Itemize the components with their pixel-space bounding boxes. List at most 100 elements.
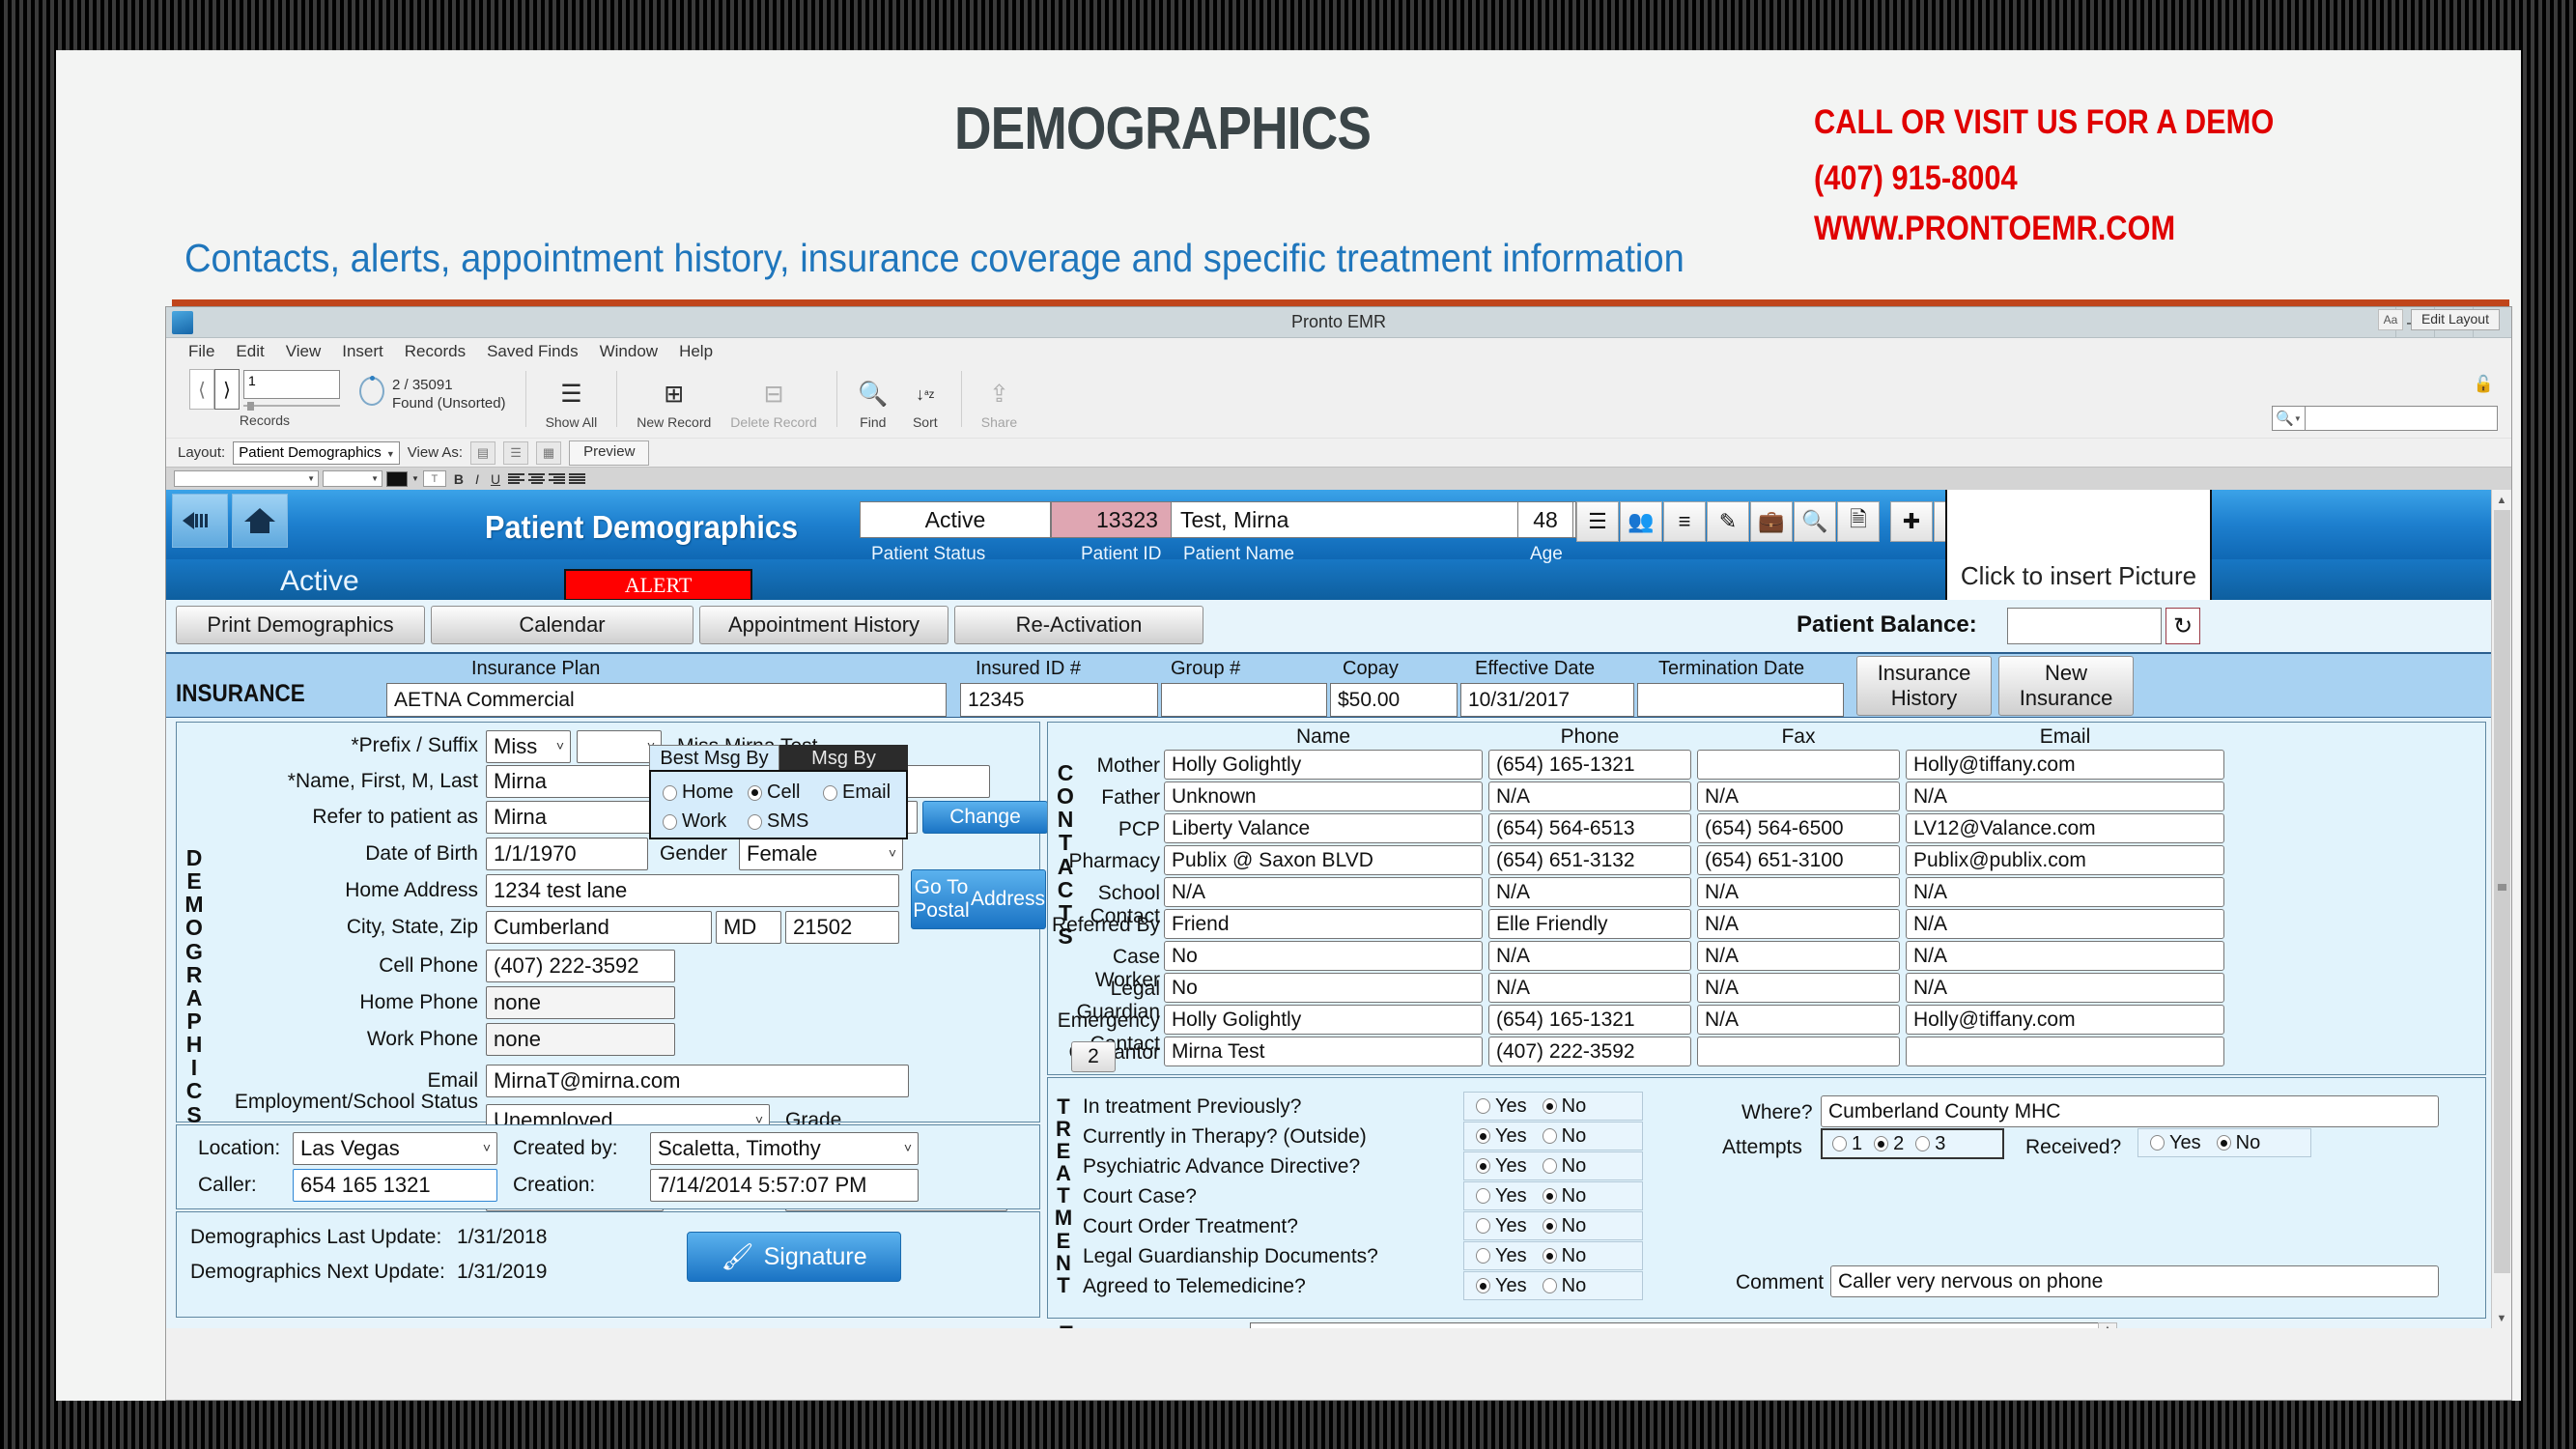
plus-icon[interactable]: ✚ — [1890, 501, 1933, 542]
received-group[interactable]: Yes No — [2137, 1128, 2311, 1157]
contact-email-field[interactable]: N/A — [1906, 941, 2224, 971]
contact-fax-field[interactable] — [1697, 750, 1900, 780]
where-input[interactable]: Cumberland County MHC — [1821, 1095, 2439, 1127]
contact-email-field[interactable]: N/A — [1906, 909, 2224, 939]
group-icon[interactable]: 👥 — [1620, 501, 1662, 542]
view-as-table-icon[interactable]: ▦ — [536, 440, 562, 465]
patient-status-field[interactable]: Active — [860, 501, 1051, 538]
change-ssn-button[interactable]: Change — [922, 801, 1048, 834]
sort-button[interactable]: ↓ ᵃz Sort — [899, 377, 951, 431]
email-input[interactable]: MirnaT@mirna.com — [486, 1065, 909, 1097]
contact-email-field[interactable]: N/A — [1906, 877, 2224, 907]
contact-email-field[interactable]: Publix@publix.com — [1906, 845, 2224, 875]
comment-input[interactable]: Caller very nervous on phone — [1830, 1265, 2439, 1297]
treatment-radio-yes[interactable]: Yes — [1476, 1275, 1527, 1297]
home-button[interactable] — [232, 494, 288, 548]
record-number-input[interactable]: 1 — [243, 369, 340, 399]
delete-record-button[interactable]: ⊟ Delete Record — [721, 377, 827, 430]
text-color-swatch[interactable] — [386, 470, 408, 487]
contact-fax-field[interactable]: N/A — [1697, 1005, 1900, 1035]
menu-records[interactable]: Records — [394, 340, 476, 363]
attempts-option-1[interactable]: 1 — [1832, 1133, 1862, 1155]
list-icon[interactable]: ☰ — [1576, 501, 1619, 542]
city-input[interactable]: Cumberland — [486, 911, 712, 944]
search-records-icon[interactable]: 🗎 — [1837, 501, 1880, 542]
contact-name-field[interactable]: Liberty Valance — [1164, 813, 1483, 843]
insurance-history-button[interactable]: Insurance History Insurance History — [1856, 656, 1992, 716]
next-record-button[interactable]: ⟩ — [214, 369, 240, 410]
note-scroll-up-icon[interactable]: ▲ — [2099, 1323, 2116, 1328]
radio-work[interactable]: Work — [663, 810, 726, 833]
treatment-radio-no[interactable]: No — [1542, 1155, 1586, 1178]
tab-best-msg-by[interactable]: Best Msg By — [649, 745, 779, 772]
patient-age-field[interactable]: 48 — [1517, 501, 1573, 538]
search-icon[interactable]: 🔍 — [1794, 501, 1836, 542]
go-to-postal-address-button[interactable]: Go To Postal Address Go To Postal Addres… — [911, 869, 1046, 929]
contact-name-field[interactable]: N/A — [1164, 877, 1483, 907]
insured-id-field[interactable]: 12345 — [960, 683, 1158, 717]
contact-fax-field[interactable] — [1697, 1037, 1900, 1066]
global-search-input[interactable] — [2305, 406, 2498, 431]
effective-date-field[interactable]: 10/31/2017 — [1460, 683, 1634, 717]
treatment-radio-no[interactable]: No — [1542, 1185, 1586, 1208]
contact-name-field[interactable]: Mirna Test — [1164, 1037, 1483, 1066]
menu-view[interactable]: View — [275, 340, 332, 363]
global-search[interactable]: 🔍 ▼ — [2272, 406, 2498, 431]
treatment-radio-yes[interactable]: Yes — [1476, 1245, 1527, 1267]
treatment-answer-group[interactable]: Yes No — [1463, 1181, 1643, 1210]
contact-phone-field[interactable]: N/A — [1488, 941, 1691, 971]
treatment-radio-yes[interactable]: Yes — [1476, 1125, 1527, 1148]
treatment-radio-no[interactable]: No — [1542, 1275, 1586, 1297]
appointment-history-button[interactable]: Appointment History — [699, 606, 948, 644]
dob-input[interactable]: 1/1/1970 — [486, 838, 648, 870]
treatment-radio-yes[interactable]: Yes — [1476, 1155, 1527, 1178]
scroll-thumb[interactable] — [2494, 510, 2510, 1273]
home-phone-input[interactable]: none — [486, 986, 675, 1019]
contact-phone-field[interactable]: N/A — [1488, 781, 1691, 811]
contact-fax-field[interactable]: (654) 651-3100 — [1697, 845, 1900, 875]
record-slider[interactable] — [243, 401, 340, 411]
radio-sms[interactable]: SMS — [748, 810, 808, 833]
calendar-button[interactable]: Calendar — [431, 606, 694, 644]
back-button[interactable] — [172, 494, 228, 548]
contact-fax-field[interactable]: (654) 564-6500 — [1697, 813, 1900, 843]
record-scrollbar[interactable]: ▲ ▼ — [2491, 490, 2511, 1328]
contact-name-field[interactable]: No — [1164, 973, 1483, 1003]
font-family-select[interactable]: ▼ — [174, 470, 319, 487]
align-right-icon[interactable] — [549, 471, 566, 486]
edit-icon[interactable]: ✎ — [1707, 501, 1749, 542]
state-input[interactable]: MD — [716, 911, 781, 944]
menu-edit[interactable]: Edit — [225, 340, 274, 363]
menu-file[interactable]: File — [178, 340, 225, 363]
patient-name-field[interactable]: Test, Mirna — [1171, 501, 1576, 538]
contact-fax-field[interactable]: N/A — [1697, 877, 1900, 907]
treatment-radio-yes[interactable]: Yes — [1476, 1095, 1527, 1118]
gender-select[interactable]: Female ˅ — [739, 838, 903, 870]
view-as-form-icon[interactable]: ▤ — [470, 440, 496, 465]
contact-name-field[interactable]: No — [1164, 941, 1483, 971]
contact-name-field[interactable]: Holly Golightly — [1164, 1005, 1483, 1035]
scroll-down-icon[interactable]: ▼ — [2492, 1308, 2511, 1328]
contact-fax-field[interactable]: N/A — [1697, 941, 1900, 971]
first-name-input[interactable]: Mirna — [486, 765, 658, 798]
previous-record-button[interactable]: ⟨ — [189, 369, 214, 410]
treatment-radio-yes[interactable]: Yes — [1476, 1185, 1527, 1208]
menu-saved-finds[interactable]: Saved Finds — [476, 340, 589, 363]
menu-insert[interactable]: Insert — [331, 340, 394, 363]
patient-balance-field[interactable] — [2007, 608, 2162, 644]
share-button[interactable]: ⇪ Share — [972, 377, 1027, 430]
location-select[interactable]: Las Vegas ˅ — [293, 1132, 497, 1165]
treatment-radio-no[interactable]: No — [1542, 1245, 1586, 1267]
received-yes[interactable]: Yes — [2150, 1132, 2201, 1154]
contact-phone-field[interactable]: (654) 165-1321 — [1488, 1005, 1691, 1035]
font-size-select[interactable]: ▼ — [323, 470, 382, 487]
contact-fax-field[interactable]: N/A — [1697, 973, 1900, 1003]
received-no[interactable]: No — [2216, 1132, 2260, 1154]
radio-email[interactable]: Email — [823, 781, 891, 804]
align-center-icon[interactable] — [528, 471, 546, 486]
attempts-option-2[interactable]: 2 — [1874, 1133, 1904, 1155]
contact-phone-field[interactable]: (654) 564-6513 — [1488, 813, 1691, 843]
attempts-group[interactable]: 1 2 3 — [1821, 1128, 2004, 1159]
refresh-balance-icon[interactable]: ↻ — [2166, 608, 2200, 644]
new-insurance-button[interactable]: New Insurance New Insurance — [1998, 656, 2134, 716]
